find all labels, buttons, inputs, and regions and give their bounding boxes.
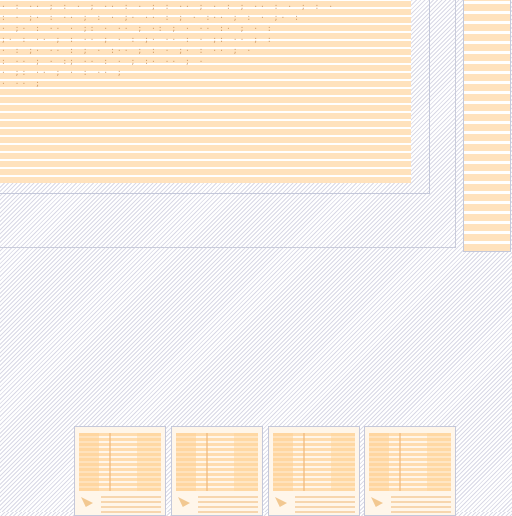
- page-corner-icon: [178, 497, 190, 507]
- thumbnail-column: [331, 433, 355, 491]
- thumbnail-caption: [198, 495, 258, 513]
- document-viewport[interactable]: · : ·· ; : · ; ·· : · ; : ·· ; · : ; ·· …: [0, 0, 430, 194]
- page-thumbnail[interactable]: [171, 426, 263, 516]
- thumbnail-preview: [273, 433, 355, 491]
- page-thumbnail[interactable]: [268, 426, 360, 516]
- text-line: · : ·· ; : · ; ·· : · ; : ·· ; · : ; ·· …: [1, 2, 336, 11]
- text-line: · ·· ;: [1, 79, 42, 88]
- thumbnail-column: [176, 433, 196, 491]
- thumbnail-column: [137, 433, 161, 491]
- page-corner-icon: [81, 497, 93, 507]
- page-thumbnail[interactable]: [74, 426, 166, 516]
- text-line: · ;: ·· ; · : ·· ;: [1, 68, 124, 77]
- thumbnail-preview: [176, 433, 258, 491]
- side-panel-scrollbar[interactable]: [463, 0, 511, 252]
- text-line: : ·· ; · :; ·· : · ; :· ·· ; ·: [1, 57, 206, 66]
- document-text-area[interactable]: · : ·· ; : · ; ·· : · ; : ·· ; · : ; ·· …: [0, 0, 411, 183]
- thumbnail-caption: [101, 495, 161, 513]
- thumbnail-preview: [369, 433, 451, 491]
- text-line: : · ;· : ·· ; : · ;· ·· : ; · :·· ; : · …: [1, 13, 301, 22]
- thumbnail-column: [79, 433, 99, 491]
- text-line: · ;· : ·· · ;: · ·· ; ·: ; · ·· :· ; · :: [1, 24, 274, 33]
- thumbnail-column: [234, 433, 258, 491]
- thumbnail-divider: [109, 433, 111, 491]
- page-thumbnail[interactable]: [364, 426, 456, 516]
- thumbnail-caption: [391, 495, 451, 513]
- thumbnail-column: [369, 433, 389, 491]
- text-line: · : ;· ·· : ; · :·· ; : · ;· : ·· ; ·: [1, 46, 254, 55]
- page-thumbnail-strip: [74, 426, 458, 516]
- page-corner-icon: [275, 497, 287, 507]
- thumbnail-preview: [79, 433, 161, 491]
- thumbnail-divider: [399, 433, 401, 491]
- thumbnail-column: [273, 433, 293, 491]
- text-line: ;· : ·· ; : ·· ; · : ;· ·· : · ;: ·· ; :: [1, 35, 274, 44]
- page-corner-icon: [371, 497, 383, 507]
- thumbnail-caption: [295, 495, 355, 513]
- thumbnail-divider: [206, 433, 208, 491]
- document-text-lines: · : ·· ; : · ; ·· : · ; : ·· ; · : ; ·· …: [1, 1, 409, 89]
- thumbnail-column: [427, 433, 451, 491]
- thumbnail-divider: [303, 433, 305, 491]
